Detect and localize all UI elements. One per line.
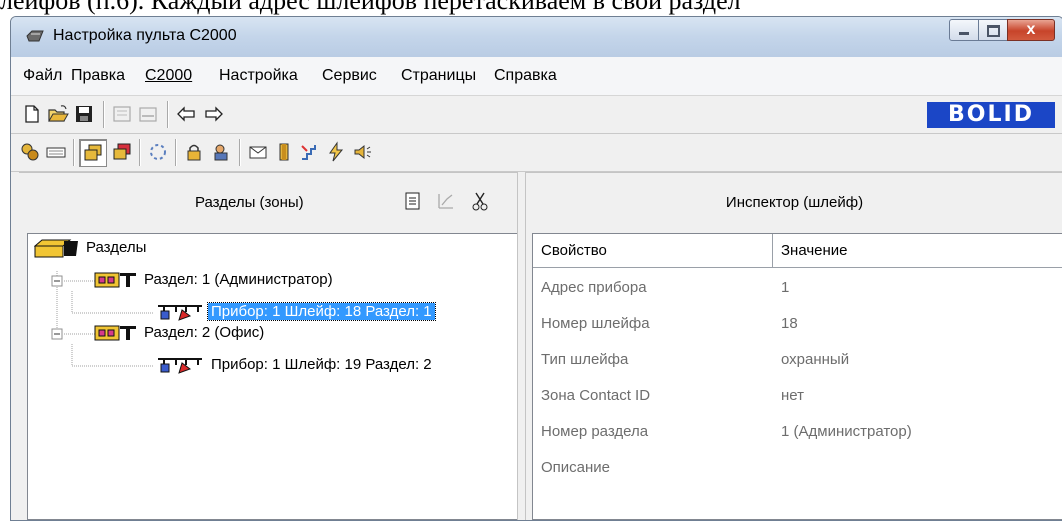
property-value: 1 bbox=[781, 279, 790, 296]
property-value: нет bbox=[781, 387, 804, 404]
sections-root-icon bbox=[34, 239, 78, 258]
inspector-title: Инспектор (шлейф) bbox=[725, 194, 864, 211]
mail-icon[interactable] bbox=[247, 141, 269, 163]
property-row[interactable]: Тип шлейфа охранный bbox=[533, 342, 1062, 378]
inspector-panel: Инспектор (шлейф) Свойство Значение Адре… bbox=[526, 172, 1062, 520]
loop-icon bbox=[158, 305, 202, 321]
users-icon[interactable] bbox=[211, 141, 233, 163]
new-file-icon[interactable] bbox=[21, 103, 43, 125]
lock-icon[interactable] bbox=[183, 141, 205, 163]
relay-icon[interactable] bbox=[325, 141, 347, 163]
speaker-icon[interactable] bbox=[351, 141, 373, 163]
inspector-header: Инспектор (шлейф) bbox=[526, 172, 1062, 235]
menu-help[interactable]: Справка bbox=[494, 67, 557, 85]
zones-panel-header: Разделы (зоны) bbox=[19, 172, 517, 235]
property-row[interactable]: Описание bbox=[533, 450, 1062, 486]
property-name: Адрес прибора bbox=[541, 279, 647, 296]
panel-splitter[interactable] bbox=[517, 172, 526, 520]
property-row[interactable]: Зона Contact ID нет bbox=[533, 378, 1062, 414]
tree-loop-18-label: Прибор: 1 Шлейф: 18 Раздел: 1 bbox=[207, 302, 436, 321]
toolbar-sections bbox=[11, 134, 1062, 172]
export-icon[interactable] bbox=[111, 103, 133, 125]
zone-icon bbox=[94, 325, 136, 341]
property-value: 18 bbox=[781, 315, 798, 332]
loops-icon[interactable] bbox=[147, 141, 169, 163]
properties-icon[interactable] bbox=[404, 191, 422, 211]
window-controls: x bbox=[949, 19, 1055, 41]
property-grid: Свойство Значение Адрес прибора 1 Номер … bbox=[532, 233, 1062, 520]
bolid-logo: BOLID bbox=[927, 102, 1055, 128]
print-icon[interactable] bbox=[137, 103, 159, 125]
zones-panel: Разделы (зоны) Разделы Раздел: 1 (Админи… bbox=[19, 172, 523, 520]
zone-icon bbox=[94, 272, 136, 288]
property-value: охранный bbox=[781, 351, 850, 368]
keyboard-icon[interactable] bbox=[45, 141, 67, 163]
property-name: Номер шлейфа bbox=[541, 315, 650, 332]
tree-zone-2[interactable]: Раздел: 2 (Офис) bbox=[144, 321, 264, 345]
menu-edit[interactable]: Правка bbox=[71, 67, 125, 85]
zones-tree[interactable]: Разделы Раздел: 1 (Администратор) Прибор… bbox=[27, 233, 523, 520]
property-name: Зона Contact ID bbox=[541, 387, 651, 404]
menu-bar: Файл Правка С2000 Настройка Сервис Стран… bbox=[11, 57, 1062, 96]
property-row[interactable]: Номер раздела 1 (Администратор) bbox=[533, 414, 1062, 450]
menu-c2000[interactable]: С2000 bbox=[145, 67, 192, 85]
column-header-property[interactable]: Свойство bbox=[533, 234, 773, 268]
property-name: Описание bbox=[541, 459, 611, 476]
property-row[interactable]: Адрес прибора 1 bbox=[533, 270, 1062, 306]
column-header-value[interactable]: Значение bbox=[773, 234, 1062, 268]
minimize-button[interactable] bbox=[949, 19, 979, 41]
property-value: 1 (Администратор) bbox=[781, 423, 912, 440]
window-title: Настройка пульта С2000 bbox=[53, 27, 237, 44]
loop-icon bbox=[158, 358, 202, 374]
menu-service[interactable]: Сервис bbox=[322, 67, 377, 85]
close-icon: x bbox=[1026, 21, 1036, 38]
tree-loop-19[interactable]: Прибор: 1 Шлейф: 19 Раздел: 2 bbox=[211, 353, 432, 377]
property-name: Номер раздела bbox=[541, 423, 649, 440]
save-icon[interactable] bbox=[73, 103, 95, 125]
title-bar[interactable]: Настройка пульта С2000 x bbox=[11, 17, 1062, 57]
door-icon[interactable] bbox=[273, 141, 295, 163]
menu-file[interactable]: Файл bbox=[23, 67, 62, 85]
app-icon bbox=[26, 30, 44, 42]
maximize-button[interactable] bbox=[978, 19, 1008, 41]
close-button[interactable]: x bbox=[1007, 19, 1055, 41]
zones-toggle[interactable] bbox=[79, 139, 107, 167]
stairs-icon[interactable] bbox=[299, 141, 321, 163]
tree-zone-1[interactable]: Раздел: 1 (Администратор) bbox=[144, 268, 333, 292]
devices-icon[interactable] bbox=[19, 141, 41, 163]
menu-pages[interactable]: Страницы bbox=[401, 67, 476, 85]
app-window: Настройка пульта С2000 x Файл Правка С20… bbox=[10, 16, 1062, 521]
open-folder-icon[interactable] bbox=[47, 103, 69, 125]
arrow-right-icon[interactable] bbox=[203, 103, 225, 125]
property-name: Тип шлейфа bbox=[541, 351, 629, 368]
menu-settings[interactable]: Настройка bbox=[219, 67, 298, 85]
toolbar-main: BOLID bbox=[11, 96, 1062, 134]
zones-alt-icon[interactable] bbox=[111, 141, 133, 163]
zones-panel-title: Разделы (зоны) bbox=[195, 194, 304, 211]
cut-icon[interactable] bbox=[472, 191, 488, 211]
tree-root-label[interactable]: Разделы bbox=[86, 236, 146, 260]
chart-icon[interactable] bbox=[436, 191, 456, 211]
property-row[interactable]: Номер шлейфа 18 bbox=[533, 306, 1062, 342]
zones-icon bbox=[84, 144, 102, 161]
arrow-left-icon[interactable] bbox=[175, 103, 197, 125]
document-background-text: лейфов (п.6). Каждый адрес шлейфов перет… bbox=[0, 0, 741, 15]
